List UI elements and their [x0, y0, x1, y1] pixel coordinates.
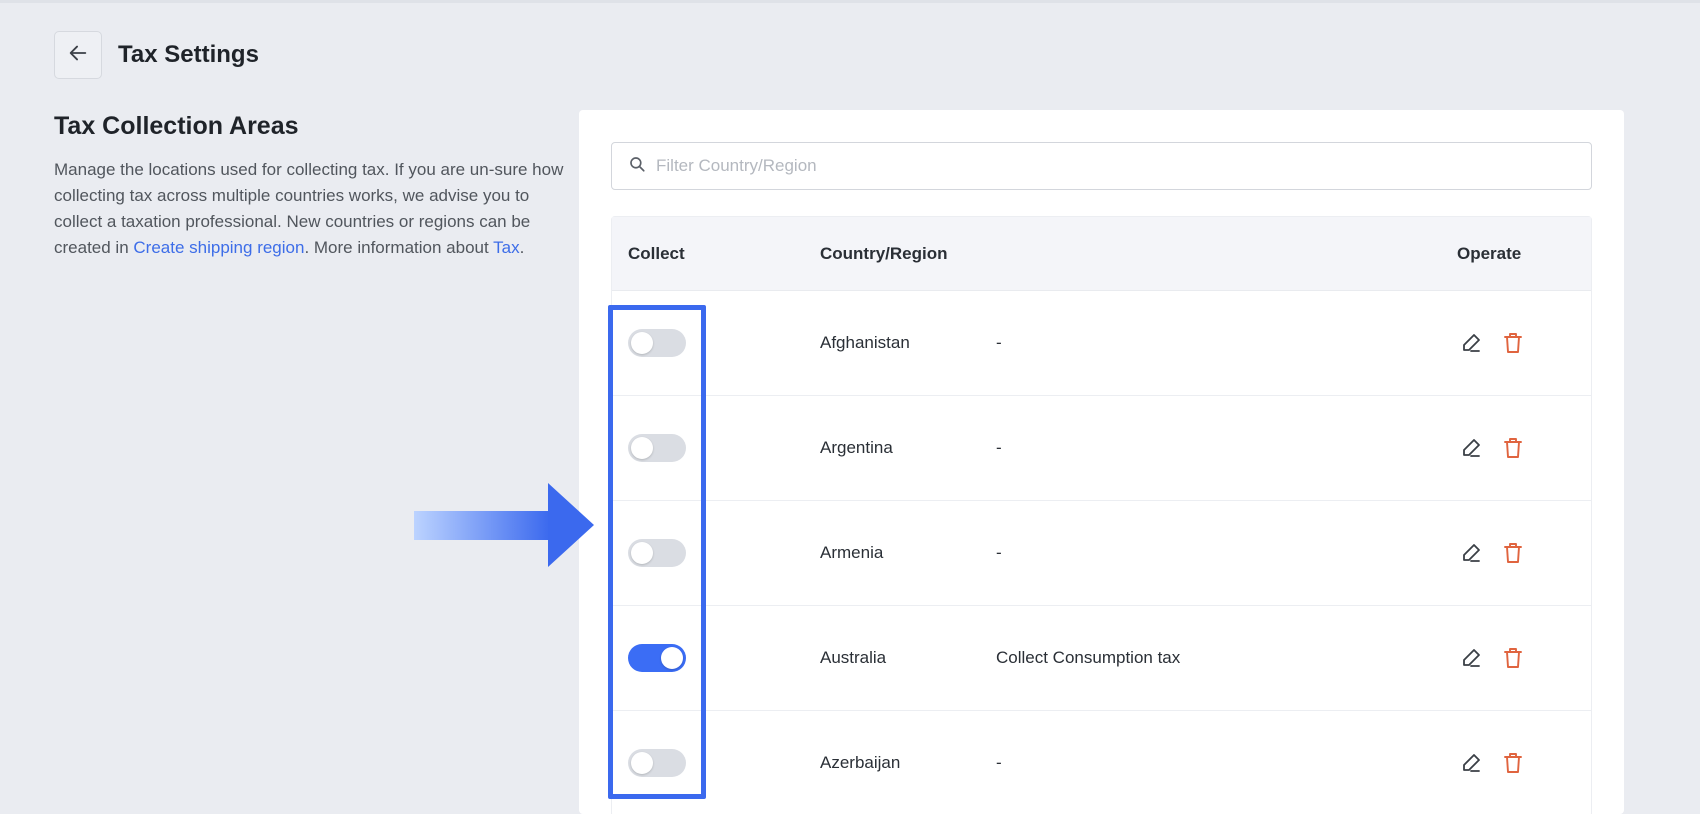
section-title: Tax Collection Areas: [54, 112, 299, 140]
collect-toggle[interactable]: [628, 749, 686, 777]
trash-icon[interactable]: [1499, 434, 1527, 462]
table-row: Australia Collect Consumption tax: [612, 606, 1591, 711]
pencil-icon[interactable]: [1457, 644, 1485, 672]
desc-text-2: . More information about: [304, 238, 494, 257]
country-name: Australia: [820, 648, 887, 667]
tax-rule: -: [996, 333, 1002, 352]
section-description: Manage the locations used for collecting…: [54, 157, 564, 261]
table-row: Argentina -: [612, 396, 1591, 501]
pencil-icon[interactable]: [1457, 539, 1485, 567]
page-header: Tax Settings: [54, 31, 259, 79]
trash-icon[interactable]: [1499, 749, 1527, 777]
tax-rule: -: [996, 543, 1002, 562]
tax-areas-card: Collect Country/Region Operate Afghanist…: [579, 110, 1624, 814]
pointer-arrow-icon: [414, 483, 594, 567]
search-input[interactable]: [656, 156, 1591, 176]
tax-rule: -: [996, 753, 1002, 772]
create-shipping-region-link[interactable]: Create shipping region: [133, 238, 304, 257]
top-divider: [0, 0, 1700, 3]
table-row: Azerbaijan -: [612, 711, 1591, 814]
pencil-icon[interactable]: [1457, 749, 1485, 777]
search-box[interactable]: [611, 142, 1592, 190]
trash-icon[interactable]: [1499, 539, 1527, 567]
table-row: Armenia -: [612, 501, 1591, 606]
column-header-collect: Collect: [628, 243, 685, 263]
tax-rule: -: [996, 438, 1002, 457]
country-name: Armenia: [820, 543, 884, 562]
column-header-country: Country/Region: [820, 243, 948, 263]
pencil-icon[interactable]: [1457, 329, 1485, 357]
collect-toggle[interactable]: [628, 644, 686, 672]
section-info: Tax Collection Areas Manage the location…: [54, 112, 564, 261]
country-name: Argentina: [820, 438, 893, 457]
trash-icon[interactable]: [1499, 644, 1527, 672]
desc-text-3: .: [519, 238, 525, 257]
table-row: Afghanistan -: [612, 291, 1591, 396]
collect-toggle[interactable]: [628, 434, 686, 462]
collect-toggle[interactable]: [628, 539, 686, 567]
tax-areas-table: Collect Country/Region Operate Afghanist…: [611, 216, 1592, 814]
page-title: Tax Settings: [118, 41, 259, 68]
table-header: Collect Country/Region Operate: [612, 217, 1591, 291]
column-header-operate: Operate: [1457, 243, 1522, 263]
country-name: Azerbaijan: [820, 753, 901, 772]
search-icon: [628, 155, 646, 178]
back-button[interactable]: [54, 31, 102, 79]
pencil-icon[interactable]: [1457, 434, 1485, 462]
trash-icon[interactable]: [1499, 329, 1527, 357]
tax-rule: Collect Consumption tax: [996, 648, 1181, 667]
country-name: Afghanistan: [820, 333, 910, 352]
arrow-left-icon: [67, 42, 89, 69]
tax-link[interactable]: Tax: [493, 238, 519, 257]
collect-toggle[interactable]: [628, 329, 686, 357]
